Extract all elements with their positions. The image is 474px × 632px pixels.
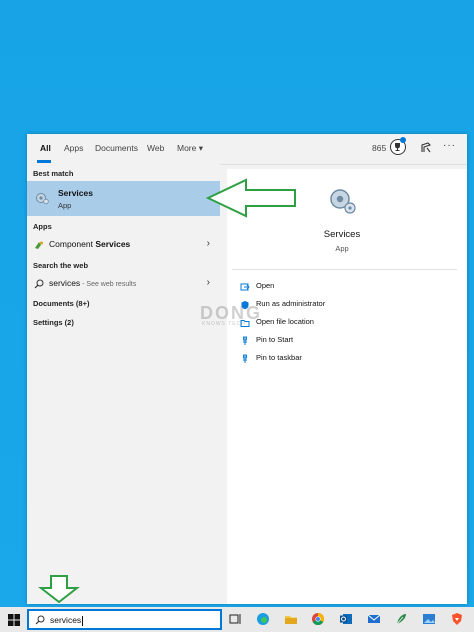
green-arrow-down-icon [38, 575, 80, 604]
tab-all[interactable]: All [40, 143, 51, 153]
taskbar-search-input[interactable]: services [27, 609, 222, 630]
search-web-heading: Search the web [33, 261, 89, 270]
search-icon [34, 279, 44, 289]
notification-dot [400, 137, 406, 143]
action-pin-to-start[interactable]: Pin to Start [240, 334, 450, 348]
results-list: Best match Services App Apps Component S… [27, 164, 220, 604]
watermark-subtext: KNOWS TECH [202, 321, 246, 327]
tab-documents[interactable]: Documents [95, 143, 138, 153]
preview-pane: Services App Open Run as administrator O… [227, 169, 467, 604]
settings-heading[interactable]: Settings (2) [33, 318, 74, 327]
best-match-heading: Best match [33, 169, 74, 178]
documents-heading[interactable]: Documents (8+) [33, 299, 89, 308]
action-pin-to-taskbar[interactable]: Pin to taskbar [240, 352, 450, 366]
taskbar: services [0, 607, 474, 632]
windows-start-icon[interactable] [8, 614, 20, 626]
best-match-title: Services [58, 188, 93, 198]
best-match-item[interactable]: Services App [27, 181, 220, 216]
chevron-right-icon[interactable]: › [207, 238, 210, 249]
feather-icon[interactable] [394, 612, 408, 626]
preview-app-title: Services [323, 229, 361, 240]
task-view-icon[interactable] [228, 612, 242, 626]
divider [232, 269, 457, 270]
more-options-icon[interactable]: ··· [443, 140, 456, 151]
edge-icon[interactable] [256, 612, 270, 626]
search-icon [35, 615, 45, 625]
brave-icon[interactable] [450, 612, 464, 626]
open-icon [240, 283, 250, 291]
web-search-label: services - See web results [49, 278, 137, 288]
pin-icon [243, 354, 247, 363]
list-item-web-search[interactable]: services - See web results › [27, 275, 220, 293]
search-query-text: services [50, 615, 84, 626]
active-tab-indicator [37, 160, 51, 163]
chrome-icon[interactable] [311, 612, 325, 626]
pin-icon [243, 336, 247, 345]
tab-web[interactable]: Web [147, 143, 164, 153]
tab-apps[interactable]: Apps [64, 143, 83, 153]
outlook-icon[interactable] [339, 612, 353, 626]
file-explorer-icon[interactable] [284, 612, 298, 626]
photos-icon[interactable] [422, 612, 436, 626]
services-gear-icon [36, 193, 49, 205]
mail-icon[interactable] [367, 612, 381, 626]
green-arrow-left-icon [206, 178, 296, 218]
best-match-subtitle: App [58, 201, 72, 210]
search-tabs: All Apps Documents Web More ▾ 865 ··· [27, 134, 467, 165]
feedback-icon[interactable] [419, 141, 433, 155]
chevron-right-icon[interactable]: › [207, 277, 210, 288]
services-large-gear-icon [330, 189, 356, 214]
component-services-icon [35, 241, 43, 249]
rewards-points: 865 [372, 143, 387, 153]
preview-app-type: App [335, 244, 349, 253]
action-open[interactable]: Open [240, 280, 450, 294]
apps-heading: Apps [33, 222, 52, 231]
action-open-file-location[interactable]: Open file location [240, 316, 450, 330]
component-services-label: Component Services [49, 239, 131, 249]
action-run-as-admin[interactable]: Run as administrator [240, 298, 450, 312]
list-item-component-services[interactable]: Component Services › [27, 236, 220, 254]
tab-more[interactable]: More ▾ [177, 143, 203, 154]
